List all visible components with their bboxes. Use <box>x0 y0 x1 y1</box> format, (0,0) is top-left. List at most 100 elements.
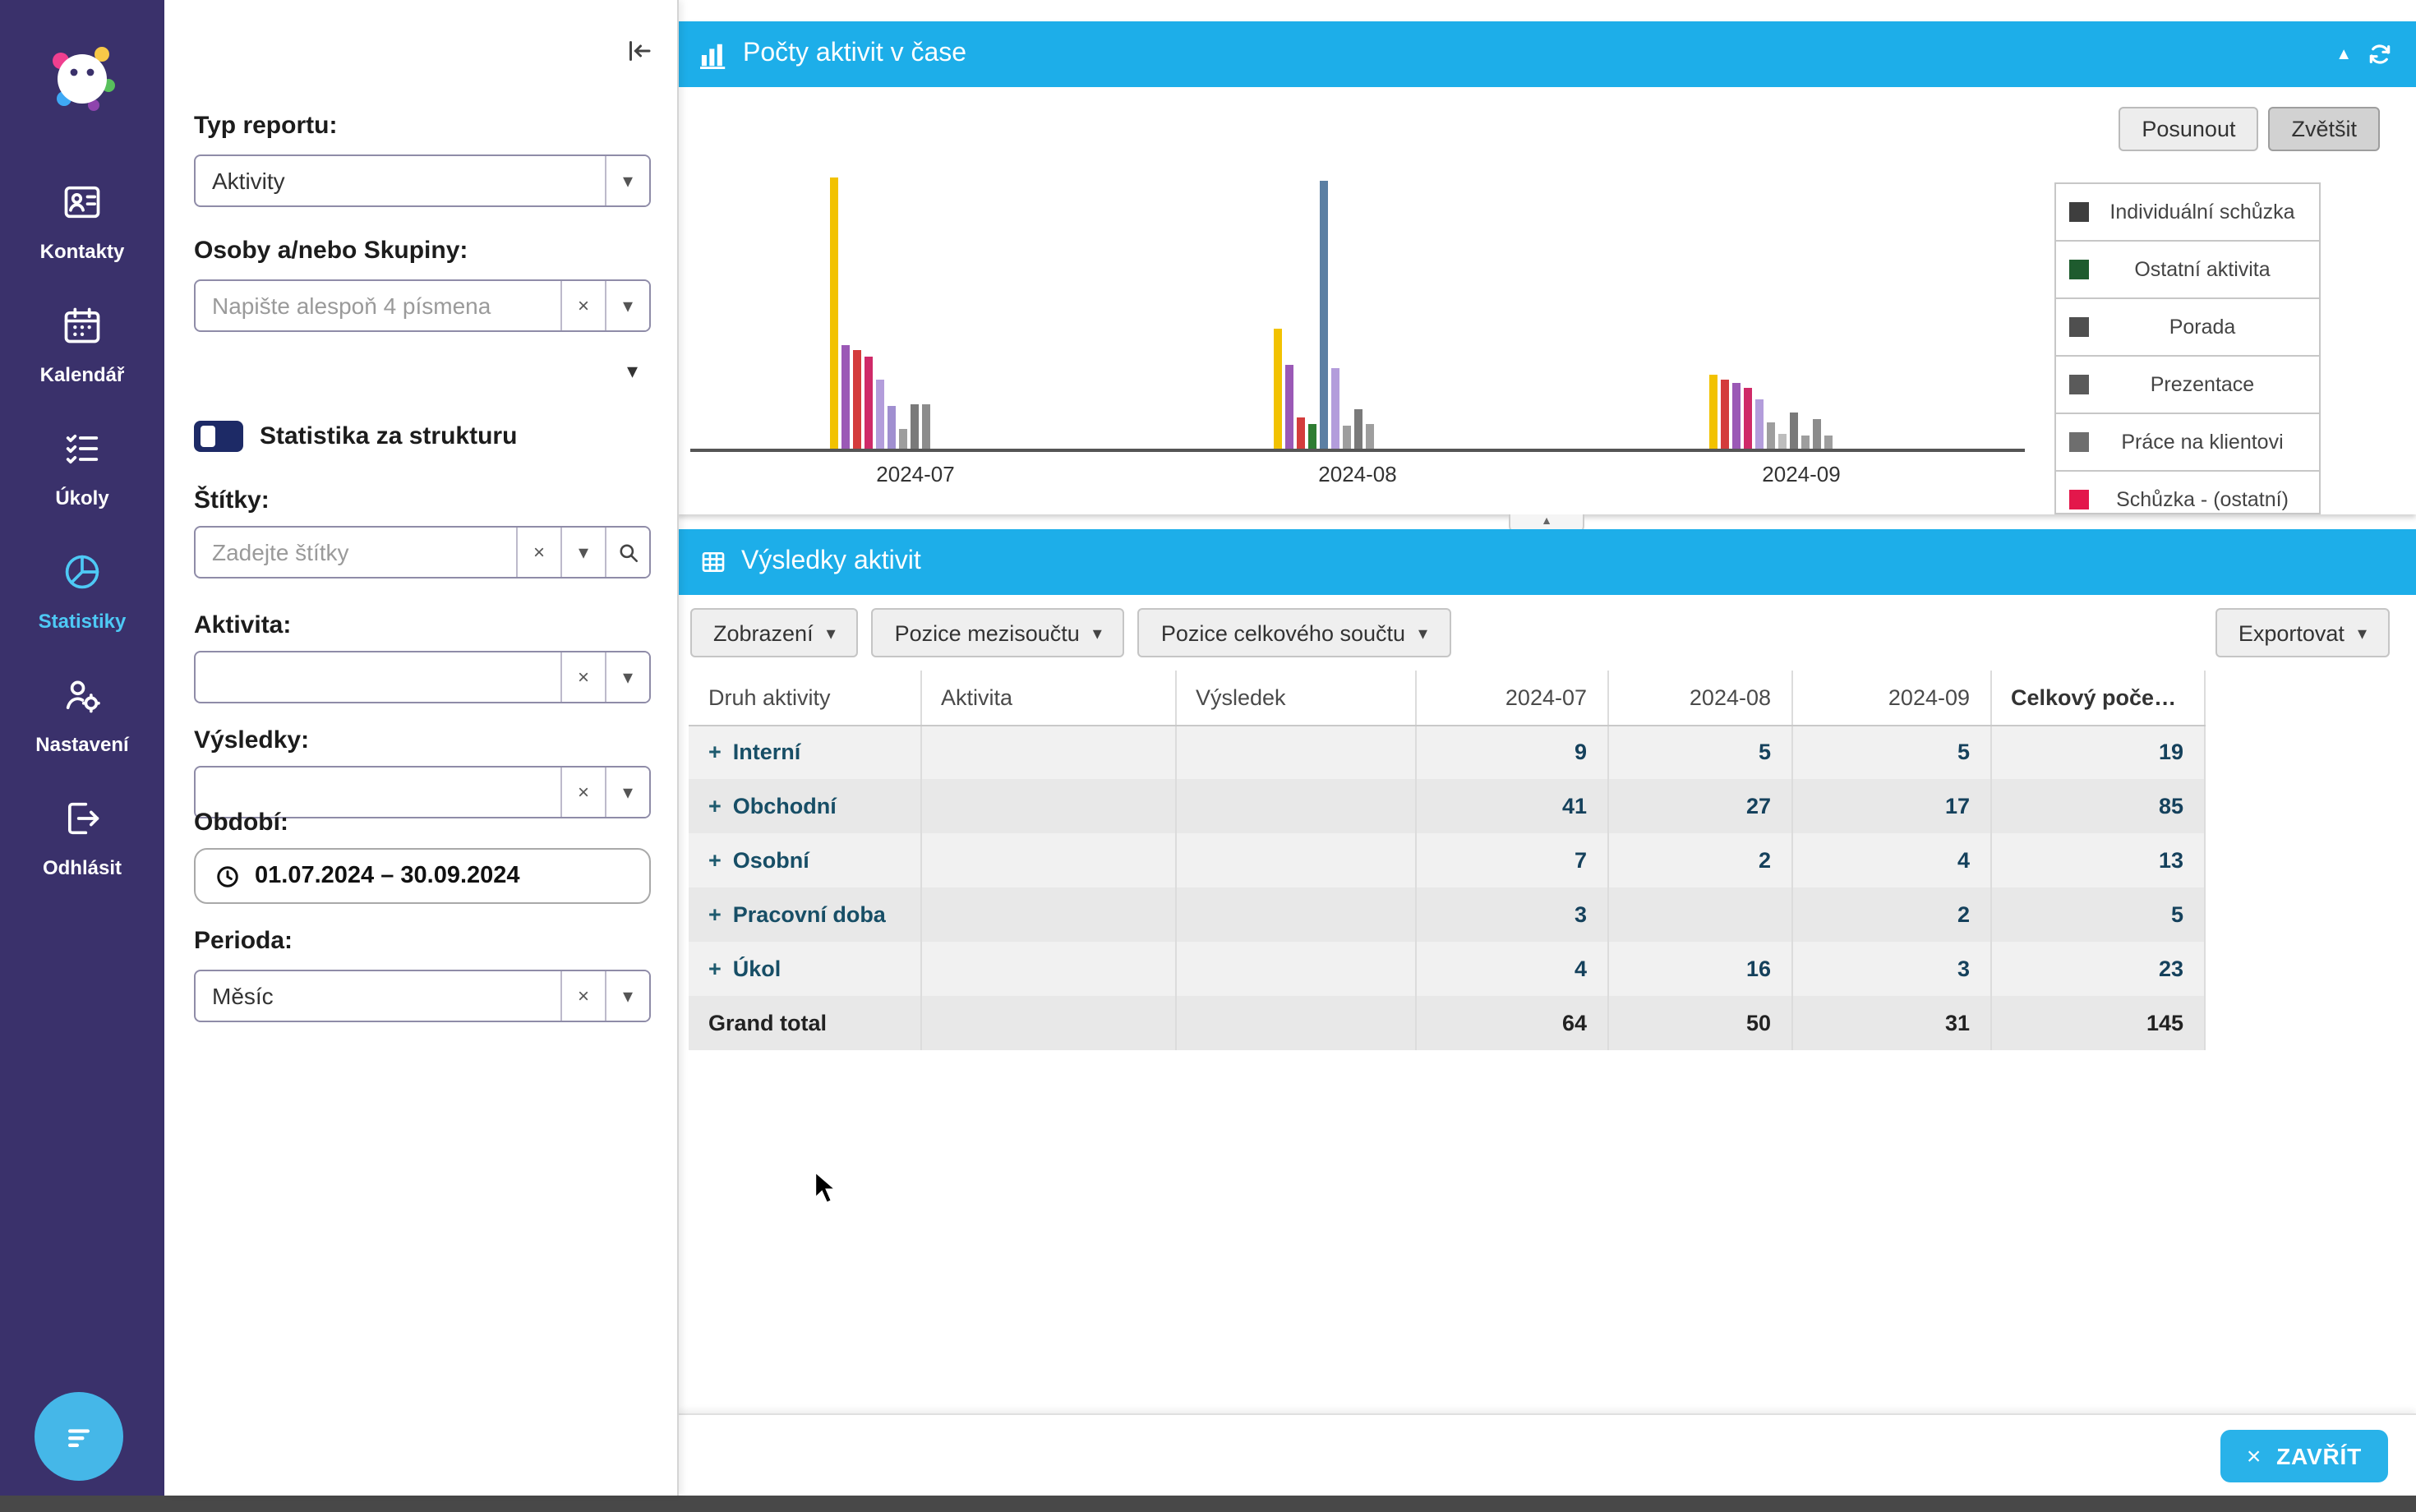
sidebar-item-kontakty[interactable]: Kontakty <box>0 159 164 283</box>
chevron-down-icon[interactable]: ▾ <box>605 768 649 817</box>
search-icon[interactable] <box>605 528 649 577</box>
expand-row-icon[interactable]: + <box>708 794 722 818</box>
clear-icon[interactable]: × <box>560 971 605 1021</box>
bar <box>1790 413 1798 449</box>
grand-total-row[interactable]: Grand total645031145 <box>689 996 2204 1050</box>
bar <box>1331 368 1339 449</box>
row-label: Grand total <box>708 1011 827 1035</box>
sidebar-item-ukoly[interactable]: Úkoly <box>0 406 164 529</box>
bar-group <box>1709 375 1833 449</box>
date-range-picker[interactable]: 01.07.2024 – 30.09.2024 <box>194 848 651 904</box>
row-label: Pracovní doba <box>733 902 886 927</box>
chat-button[interactable] <box>35 1392 123 1481</box>
clear-icon[interactable]: × <box>560 281 605 330</box>
view-dropdown-button[interactable]: Zobrazení ▾ <box>690 608 859 657</box>
legend-item[interactable]: Individuální schůzka <box>2056 184 2319 242</box>
sidebar-item-statistiky[interactable]: Statistiky <box>0 529 164 652</box>
expand-more-icon[interactable]: ▾ <box>627 358 638 385</box>
row-label: Obchodní <box>733 794 837 818</box>
export-button[interactable]: Exportovat ▾ <box>2215 608 2390 657</box>
axis-tick-label: 2024-09 <box>1762 462 1840 486</box>
legend-item[interactable]: Práce na klientovi <box>2056 414 2319 472</box>
column-header[interactable]: Druh aktivity <box>689 671 920 725</box>
value-cell: 13 <box>1990 833 2204 887</box>
clear-icon[interactable]: × <box>560 652 605 702</box>
subtotal-position-dropdown-button[interactable]: Pozice mezisoučtu ▾ <box>872 608 1125 657</box>
sidebar-item-odhlasit[interactable]: Odhlásit <box>0 776 164 899</box>
column-header[interactable]: Výsledek <box>1175 671 1415 725</box>
bar <box>1285 365 1293 449</box>
pan-chart-button[interactable]: Posunout <box>2119 107 2258 151</box>
refresh-icon[interactable] <box>2367 41 2393 67</box>
aktivita-select[interactable]: × ▾ <box>194 651 651 703</box>
bar <box>888 406 896 449</box>
results-toolbar: Zobrazení ▾ Pozice mezisoučtu ▾ Pozice c… <box>690 608 2390 657</box>
chart-panel: Počty aktivit v čase ▲ Posunout Zvětšit … <box>677 21 2416 514</box>
collapse-left-icon <box>625 36 654 66</box>
bar <box>1320 181 1328 449</box>
chevron-down-icon: ▾ <box>1418 622 1427 643</box>
sidebar-item-kalendar[interactable]: Kalendář <box>0 283 164 406</box>
column-header[interactable]: Celkový poče… <box>1990 671 2204 725</box>
footer-bar: × ZAVŘÍT <box>677 1413 2416 1497</box>
vysledky-label: Výsledky: <box>194 726 309 754</box>
column-header[interactable]: 2024-07 <box>1415 671 1607 725</box>
grandtotal-position-dropdown-button[interactable]: Pozice celkového součtu ▾ <box>1138 608 1450 657</box>
expand-row-icon[interactable]: + <box>708 902 722 927</box>
legend-item[interactable]: Prezentace <box>2056 357 2319 414</box>
value-cell: 85 <box>1990 779 2204 833</box>
typ-reportu-value[interactable] <box>196 156 605 205</box>
chart-panel-title: Počty aktivit v čase <box>743 39 966 69</box>
bar <box>853 350 861 449</box>
zoom-chart-button[interactable]: Zvětšit <box>2268 107 2380 151</box>
perioda-select[interactable]: × ▾ <box>194 970 651 1022</box>
app-logo[interactable] <box>39 36 125 130</box>
table-row[interactable]: +Osobní72413 <box>689 833 2204 887</box>
chevron-down-icon[interactable]: ▾ <box>605 652 649 702</box>
clear-icon[interactable]: × <box>516 528 560 577</box>
results-panel: Výsledky aktivit Zobrazení ▾ Pozice mezi… <box>677 529 2416 1413</box>
empty-cell <box>1175 833 1415 887</box>
empty-cell <box>920 887 1175 942</box>
chevron-down-icon[interactable]: ▾ <box>605 281 649 330</box>
expand-row-icon[interactable]: + <box>708 848 722 873</box>
aktivita-input[interactable] <box>196 652 560 702</box>
legend-item[interactable]: Schůzka - (ostatní) <box>2056 472 2319 514</box>
main-content: Počty aktivit v čase ▲ Posunout Zvětšit … <box>677 0 2416 1413</box>
table-row[interactable]: +Interní95519 <box>689 725 2204 779</box>
typ-reportu-select[interactable]: ▾ <box>194 154 651 207</box>
legend-item[interactable]: Ostatní aktivita <box>2056 242 2319 299</box>
column-header[interactable]: 2024-08 <box>1607 671 1791 725</box>
stitky-select[interactable]: × ▾ <box>194 526 651 579</box>
column-header[interactable]: 2024-09 <box>1791 671 1990 725</box>
results-panel-header: Výsledky aktivit <box>677 529 2416 595</box>
value-cell: 2 <box>1607 833 1791 887</box>
expand-row-icon[interactable]: + <box>708 740 722 765</box>
structure-toggle[interactable] <box>194 421 243 452</box>
osoby-select[interactable]: × ▾ <box>194 279 651 332</box>
clear-icon[interactable]: × <box>560 768 605 817</box>
results-table: Druh aktivity Aktivita Výsledek 2024-07 … <box>689 671 2205 1050</box>
sidebar-item-label: Kontakty <box>0 240 164 263</box>
collapse-chart-icon[interactable]: ▲ <box>2335 45 2352 63</box>
close-icon: × <box>2247 1442 2262 1470</box>
collapse-filter-panel-button[interactable] <box>625 36 654 71</box>
osoby-input[interactable] <box>196 281 560 330</box>
chevron-down-icon[interactable]: ▾ <box>605 971 649 1021</box>
legend-item[interactable]: Porada <box>2056 299 2319 357</box>
chart-plot-area: Posunout Zvětšit Individuální schůzkaOst… <box>677 87 2416 514</box>
table-row[interactable]: +Úkol416323 <box>689 942 2204 996</box>
table-row[interactable]: +Pracovní doba325 <box>689 887 2204 942</box>
chevron-down-icon[interactable]: ▾ <box>560 528 605 577</box>
results-panel-title: Výsledky aktivit <box>741 547 921 577</box>
stitky-input[interactable] <box>196 528 516 577</box>
table-row[interactable]: +Obchodní41271785 <box>689 779 2204 833</box>
sidebar-item-nastaveni[interactable]: Nastavení <box>0 652 164 776</box>
bar <box>876 380 884 449</box>
axis-tick-label: 2024-08 <box>1318 462 1396 486</box>
expand-row-icon[interactable]: + <box>708 957 722 981</box>
perioda-value[interactable] <box>196 971 560 1021</box>
chevron-down-icon[interactable]: ▾ <box>605 156 649 205</box>
close-button[interactable]: × ZAVŘÍT <box>2220 1430 2388 1482</box>
column-header[interactable]: Aktivita <box>920 671 1175 725</box>
